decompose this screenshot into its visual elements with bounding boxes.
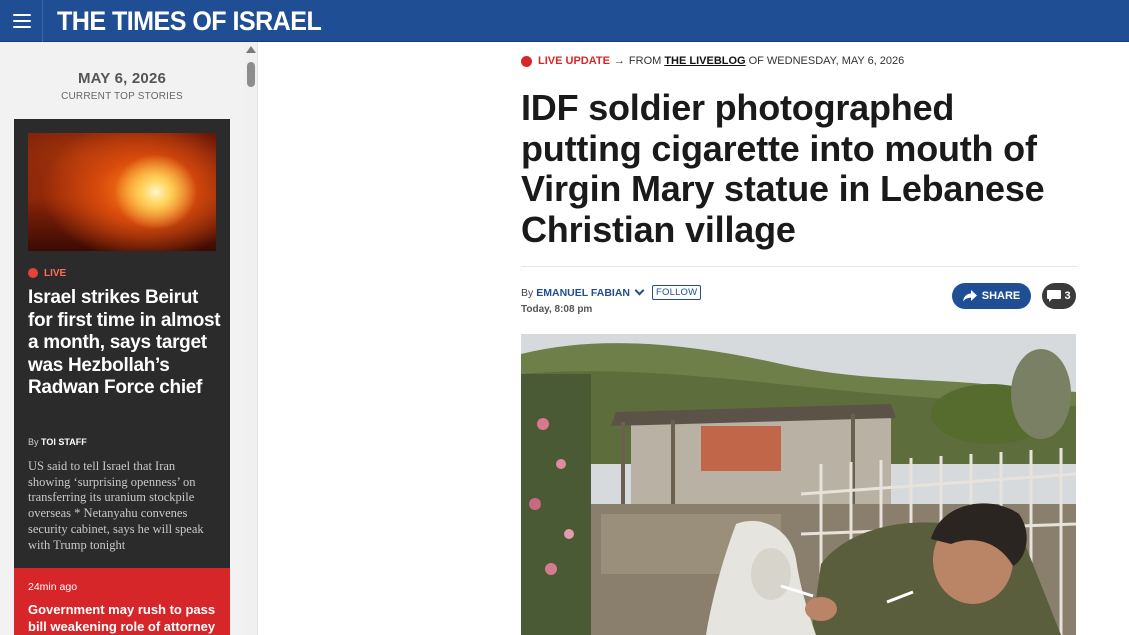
article-kicker: LIVE UPDATE → FROM THE LIVEBLOG OF WEDNE… bbox=[521, 55, 904, 67]
byline-prefix: By bbox=[521, 286, 534, 299]
live-update-label[interactable]: LIVE UPDATE bbox=[538, 55, 610, 67]
hamburger-menu-icon[interactable] bbox=[0, 0, 43, 42]
share-label: SHARE bbox=[981, 290, 1021, 302]
comment-count: 3 bbox=[1064, 290, 1071, 302]
kicker-from-text: FROM bbox=[628, 55, 662, 67]
lead-story-summary: US said to tell Israel that Iran showing… bbox=[28, 459, 204, 552]
update-time: 24min ago bbox=[28, 581, 78, 593]
update-headline[interactable]: Government may rush to pass bill weakeni… bbox=[28, 601, 224, 635]
article-headline: IDF soldier photographed putting cigaret… bbox=[521, 87, 1045, 250]
kicker-date-text: OF WEDNESDAY, MAY 6, 2026 bbox=[748, 55, 905, 67]
share-button[interactable]: SHARE bbox=[952, 283, 1031, 309]
sidebar-scrollbar[interactable] bbox=[244, 42, 257, 635]
top-navigation-bar: THE TIMES OF ISRAEL bbox=[0, 0, 1129, 42]
top-stories-sidebar: MAY 6, 2026 CURRENT TOP STORIES LIVE Isr… bbox=[0, 42, 258, 635]
site-logo[interactable]: THE TIMES OF ISRAEL bbox=[57, 5, 322, 37]
scrollbar-thumb[interactable] bbox=[247, 62, 255, 87]
article-byline: By EMANUEL FABIAN FOLLOW bbox=[521, 285, 702, 300]
lead-story-card[interactable]: LIVE Israel strikes Beirut for first tim… bbox=[14, 119, 230, 568]
update-story-card[interactable]: 24min ago Government may rush to pass bi… bbox=[14, 568, 230, 635]
live-dot-icon bbox=[521, 55, 532, 67]
follow-button[interactable]: FOLLOW bbox=[652, 285, 702, 300]
scroll-up-arrow-icon[interactable] bbox=[246, 46, 256, 53]
sidebar-date: MAY 6, 2026 bbox=[77, 70, 167, 87]
share-arrow-icon bbox=[962, 290, 977, 302]
arrow-right-icon: → bbox=[613, 55, 625, 67]
headline-divider bbox=[521, 266, 1078, 267]
lead-story-headline[interactable]: Israel strikes Beirut for first time in … bbox=[28, 287, 224, 400]
lead-story-thumbnail[interactable] bbox=[28, 133, 216, 251]
lead-story-byline: By TOI STAFF bbox=[28, 437, 87, 447]
liveblog-link[interactable]: THE LIVEBLOG bbox=[664, 55, 745, 67]
comment-bubble-icon bbox=[1047, 290, 1062, 302]
live-indicator: LIVE bbox=[28, 266, 66, 280]
article-main-photo[interactable] bbox=[521, 334, 1076, 635]
comments-button[interactable]: 3 bbox=[1042, 283, 1076, 309]
live-label: LIVE bbox=[44, 267, 67, 279]
byline-prefix: By bbox=[28, 437, 39, 447]
live-dot-icon bbox=[28, 268, 38, 278]
article-timestamp: Today, 8:08 pm bbox=[521, 304, 593, 315]
chevron-down-icon[interactable] bbox=[634, 285, 645, 296]
byline-author[interactable]: TOI STAFF bbox=[41, 437, 87, 447]
sidebar-subtitle: CURRENT TOP STORIES bbox=[61, 91, 183, 102]
byline-author[interactable]: EMANUEL FABIAN bbox=[536, 287, 630, 299]
